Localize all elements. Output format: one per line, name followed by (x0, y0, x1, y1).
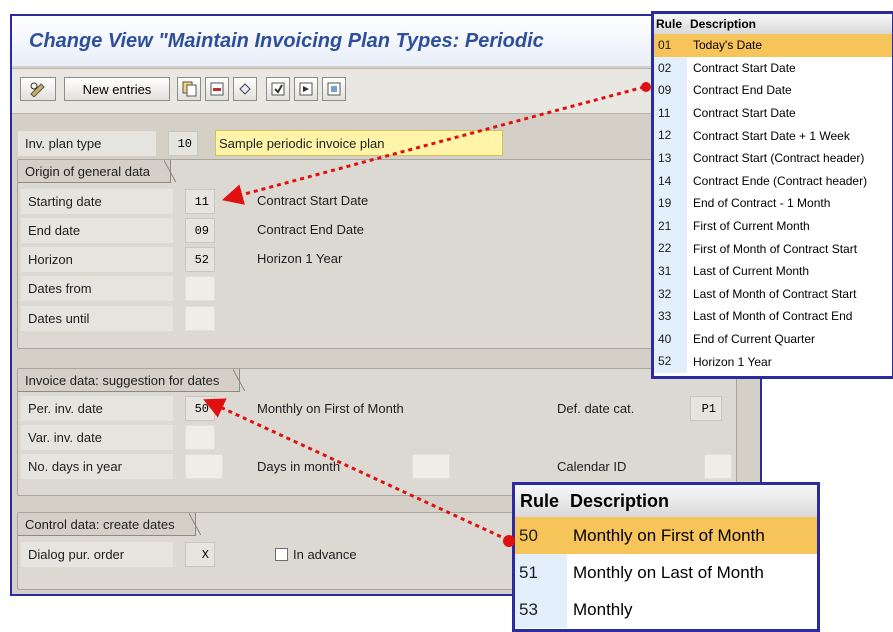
annotation-arrows (203, 82, 651, 547)
arrow-to-starting-date (221, 85, 645, 205)
arrow-to-per-inv-date (203, 398, 509, 542)
arrow-start-dot-top (641, 82, 651, 92)
arrow-start-dot-bottom (503, 535, 515, 547)
